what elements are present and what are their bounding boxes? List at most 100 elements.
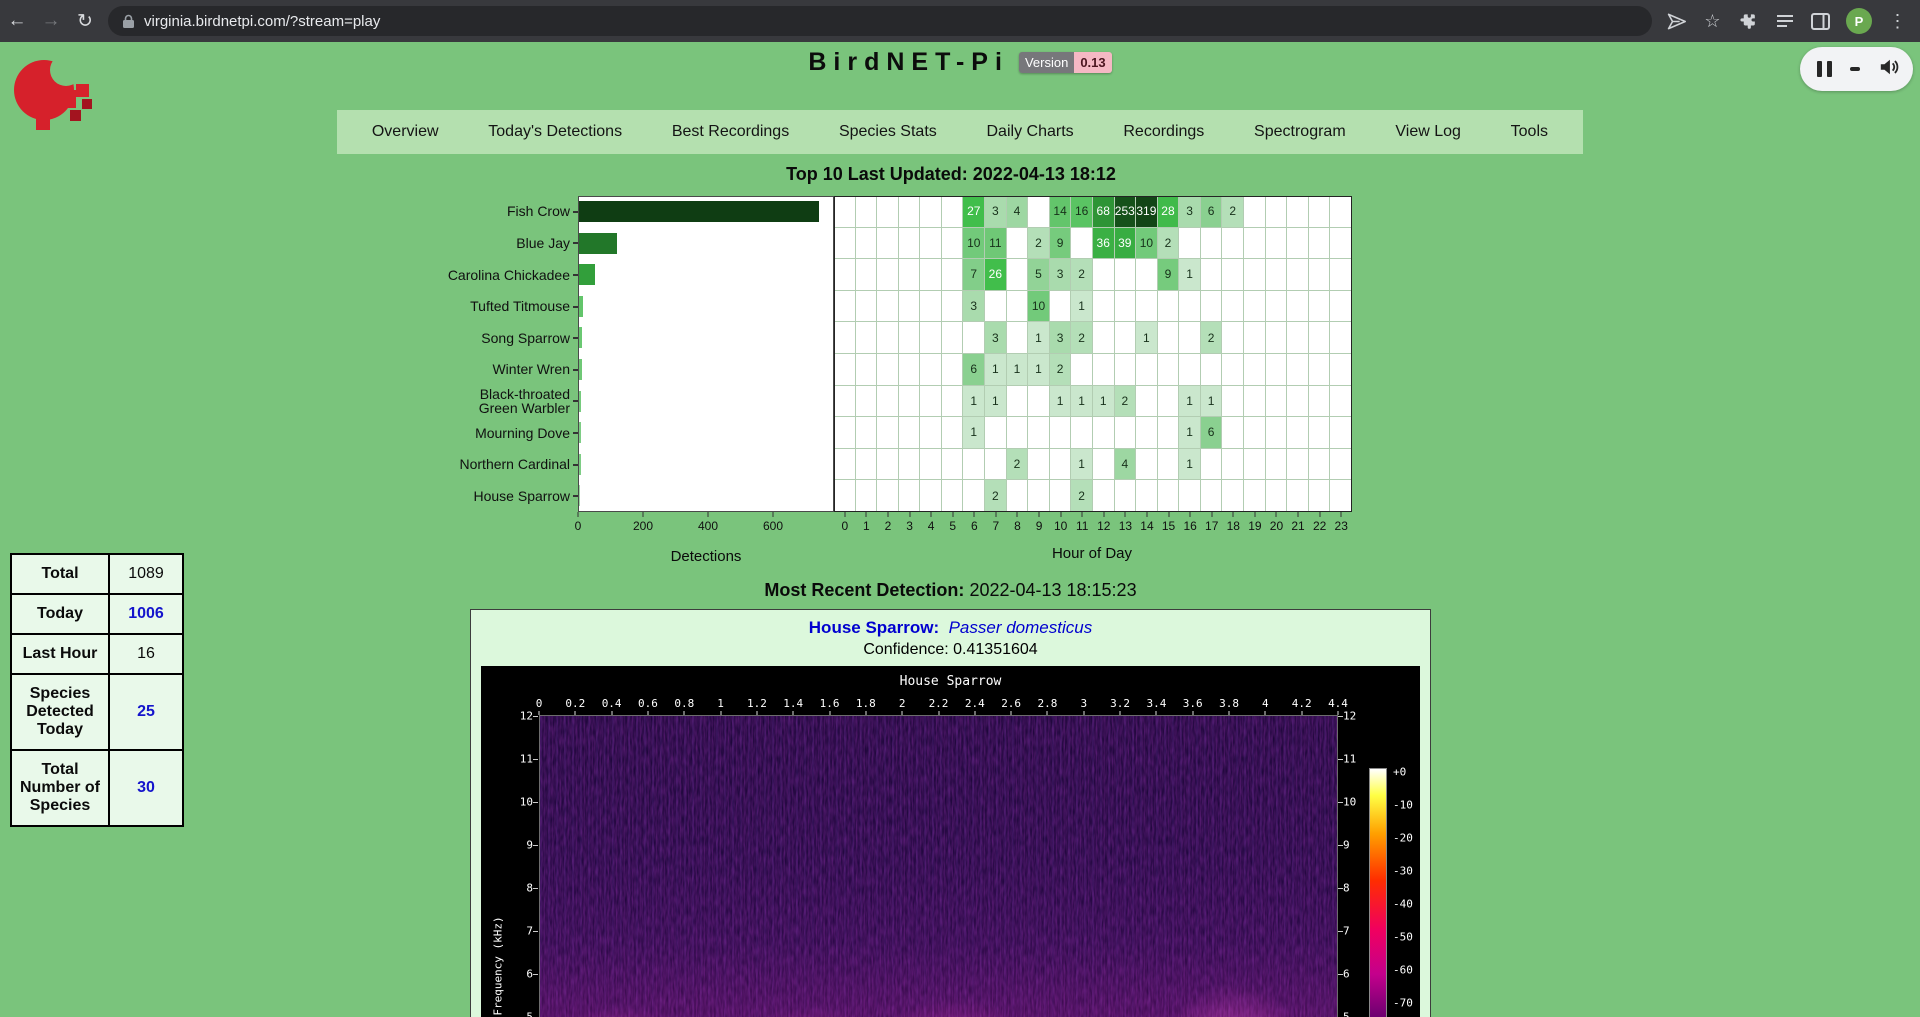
nav-item-view-log[interactable]: View Log [1385, 123, 1471, 141]
stats-link-total-number-of-species[interactable]: 30 [109, 750, 183, 826]
stats-link-species-detected-today[interactable]: 25 [109, 674, 183, 750]
heatmap-cell [1028, 480, 1050, 512]
spec-freq-mark-left [533, 931, 538, 932]
spec-freq-tick-right: 8 [1343, 882, 1383, 895]
heatmap-cell: 3 [963, 291, 985, 323]
nav-item-daily-charts[interactable]: Daily Charts [977, 123, 1084, 141]
heatmap-cell [1158, 291, 1180, 323]
heatmap-cell [1136, 259, 1158, 291]
spec-freq-mark-left [533, 759, 538, 760]
heatmap-cell [899, 322, 921, 354]
spec-time-tick: 2.2 [929, 697, 949, 710]
hour-tick-mark [1039, 512, 1040, 517]
heatmap-cell [1179, 291, 1201, 323]
spec-time-mark [938, 711, 939, 715]
heatmap-cell [1071, 228, 1093, 260]
heatmap-cell [1287, 228, 1309, 260]
spec-time-tick: 2.6 [1001, 697, 1021, 710]
heatmap-cell [856, 386, 878, 418]
heatmap-cell [877, 228, 899, 260]
spec-freq-mark-right [1338, 759, 1343, 760]
reading-list-icon[interactable] [1774, 11, 1795, 32]
heatmap-cell: 1 [1179, 259, 1201, 291]
reload-icon[interactable]: ↻ [68, 10, 102, 33]
hour-tick-mark [1082, 512, 1083, 517]
heatmap-cell: 1 [1179, 386, 1201, 418]
species-name[interactable]: House Sparrow: [809, 618, 939, 637]
nav-item-recordings[interactable]: Recordings [1113, 123, 1214, 141]
x-tick-label: 200 [633, 519, 653, 533]
nav-item-today-s-detections[interactable]: Today's Detections [478, 123, 632, 141]
heatmap-cell [1244, 259, 1266, 291]
heatmap-cell [1309, 259, 1331, 291]
side-panel-icon[interactable] [1810, 11, 1831, 32]
heatmap-cell: 1 [1071, 449, 1093, 481]
heatmap-cell [1222, 386, 1244, 418]
heatmap-cell [1287, 417, 1309, 449]
chart-row-blue-jay: Blue Jay1011293639102 [440, 228, 1352, 260]
heatmap-cell [1287, 386, 1309, 418]
spec-time-tick: 3.2 [1110, 697, 1130, 710]
back-icon[interactable]: ← [0, 10, 34, 32]
spec-time-mark [575, 711, 576, 715]
spec-freq-tick-left: 7 [489, 925, 533, 938]
detections-axis-title: Detections [671, 548, 742, 565]
spec-freq-mark-right [1338, 888, 1343, 889]
hour-tick-label: 14 [1140, 519, 1153, 533]
scientific-name[interactable]: Passer domesticus [949, 618, 1093, 637]
forward-icon[interactable]: → [34, 10, 68, 32]
extensions-icon[interactable] [1738, 11, 1759, 32]
menu-kebab-icon[interactable]: ⋮ [1887, 11, 1908, 32]
nav-item-best-recordings[interactable]: Best Recordings [662, 123, 799, 141]
bookmark-star-icon[interactable]: ☆ [1702, 11, 1723, 32]
heatmap-cell: 10 [1136, 228, 1158, 260]
spec-time-tick: 0 [536, 697, 543, 710]
heatmap-cell: 1 [1201, 386, 1223, 418]
heatmap-cell [942, 386, 964, 418]
heatmap-cell [834, 449, 856, 481]
heatmap-cell [1287, 259, 1309, 291]
detection-bar [578, 391, 581, 412]
profile-avatar[interactable]: P [1846, 8, 1872, 34]
hour-tick-label: 3 [906, 519, 913, 533]
species-label: Carolina Chickadee [440, 259, 570, 291]
hour-tick-mark [1319, 512, 1320, 517]
spec-freq-mark-right [1338, 974, 1343, 975]
share-icon[interactable] [1666, 11, 1687, 32]
heatmap-cell [1007, 386, 1029, 418]
heatmap-cell [856, 354, 878, 386]
heatmap-cell [877, 354, 899, 386]
nav-item-overview[interactable]: Overview [362, 123, 449, 141]
species-label: Winter Wren [440, 354, 570, 386]
heatmap-cell [1115, 417, 1137, 449]
nav-item-tools[interactable]: Tools [1501, 123, 1558, 141]
heatmap-cell [1093, 354, 1115, 386]
stats-label: Today [11, 594, 109, 634]
species-label: House Sparrow [440, 480, 570, 512]
heatmap-cell [1050, 480, 1072, 512]
stats-link-today[interactable]: 1006 [109, 594, 183, 634]
heatmap-cell: 14 [1050, 196, 1072, 228]
hour-tick-label: 16 [1183, 519, 1196, 533]
hour-tick-label: 9 [1036, 519, 1043, 533]
hour-tick-mark [1168, 512, 1169, 517]
nav-item-species-stats[interactable]: Species Stats [829, 123, 947, 141]
heatmap-cell [856, 291, 878, 323]
address-bar[interactable]: virginia.birdnetpi.com/?stream=play [108, 6, 1652, 36]
hour-tick-label: 11 [1076, 519, 1088, 533]
nav-item-spectrogram[interactable]: Spectrogram [1244, 123, 1356, 141]
hour-tick-mark [931, 512, 932, 517]
bar-track [578, 322, 834, 354]
hour-tick-mark [1146, 512, 1147, 517]
species-label: Tufted Titmouse [440, 291, 570, 323]
heatmap-cell [899, 449, 921, 481]
spec-db-tick: -50 [1393, 931, 1420, 944]
heatmap-cell [1158, 322, 1180, 354]
heatmap-cell [1287, 354, 1309, 386]
spec-time-mark [1047, 711, 1048, 715]
y-tick [570, 417, 578, 449]
spec-freq-tick-left: 5 [489, 1011, 533, 1017]
heatmap-cell [1222, 228, 1244, 260]
hour-tick-mark [995, 512, 996, 517]
heatmap-cell [920, 228, 942, 260]
